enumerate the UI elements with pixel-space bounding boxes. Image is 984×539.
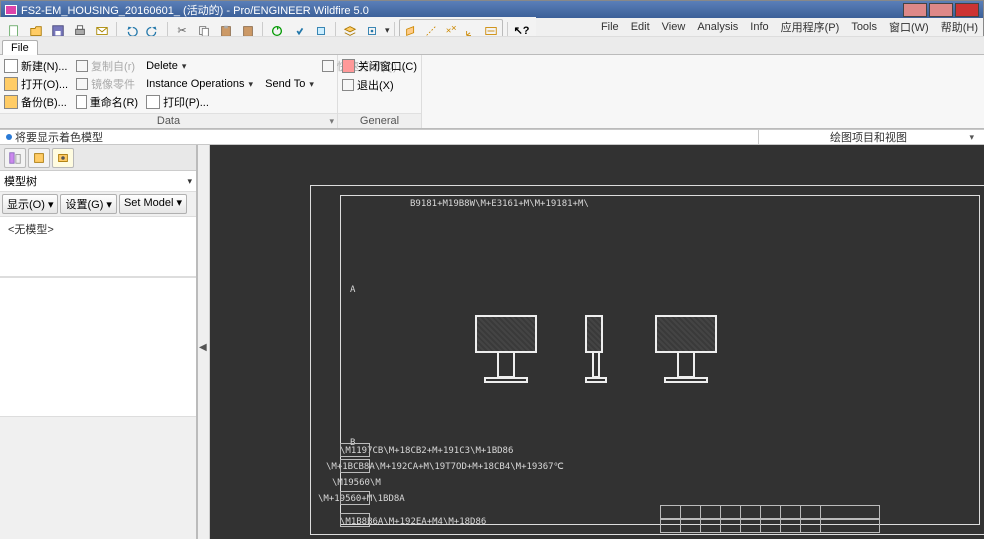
window-title: FS2-EM_HOUSING_20160601_ (活动的) - Pro/ENG… [21, 2, 369, 18]
ribbon-delete[interactable]: Delete▾ [146, 57, 314, 75]
menu-info[interactable]: Info [750, 21, 768, 33]
close-button[interactable] [955, 3, 979, 17]
frame-top-text: B9181+M19B8W\M+E3161+M\M+19181+M\ [410, 199, 589, 209]
ribbon-group-general-label: General [338, 113, 421, 128]
menu-window[interactable]: 窗口(W) [889, 19, 929, 35]
panel-settings-button[interactable]: 设置(G) ▾ [60, 194, 116, 214]
canvas-left-margin[interactable]: ◀ [198, 145, 210, 539]
table-row-2: \M19560\M [332, 478, 381, 488]
ribbon-rename[interactable]: 重命名(R) [76, 93, 138, 111]
titleblock-grid [660, 505, 880, 519]
menu-apps[interactable]: 应用程序(P) [781, 19, 840, 35]
panel-show-button[interactable]: 显示(O) ▾ [2, 194, 58, 214]
checkbox-icon [76, 78, 88, 90]
table-cell [340, 443, 370, 457]
ribbon-new[interactable]: 新建(N)... [4, 57, 68, 75]
dropdown-arrow-icon[interactable]: ▾ [385, 25, 390, 36]
ribbon-copyfrom[interactable]: 复制自(r) [76, 57, 138, 75]
open-icon [4, 77, 18, 91]
menu-help[interactable]: 帮助(H) [941, 19, 978, 35]
left-tab-3[interactable] [52, 148, 74, 168]
drawing-canvas[interactable]: B9181+M19B8W\M+E3161+M\M+19181+M\ A B \M… [210, 145, 984, 539]
status-indicator-icon [6, 134, 12, 140]
ribbon-group-data-label: Data▾ [0, 113, 337, 128]
new-icon [4, 59, 18, 73]
svg-text:×: × [451, 24, 457, 34]
table-cell [340, 513, 370, 527]
menu-analysis[interactable]: Analysis [697, 21, 738, 33]
ribbon-mirror[interactable]: 镜像零件 [76, 75, 138, 93]
checkbox-icon [76, 60, 88, 72]
panel-header-label: 模型树 [4, 173, 37, 189]
ribbon-open[interactable]: 打开(O)... [4, 75, 68, 93]
status-right-dropdown[interactable]: 绘图项目和视图 [758, 130, 978, 144]
menu-file[interactable]: File [601, 21, 619, 33]
checkbox-icon [322, 60, 334, 72]
app-icon [5, 5, 17, 15]
ribbon-instance-ops[interactable]: Instance Operations▾ Send To▾ [146, 75, 314, 93]
close-window-icon [342, 59, 355, 73]
collapse-arrow-icon[interactable]: ◀ [199, 342, 207, 353]
maximize-button[interactable] [929, 3, 953, 17]
minimize-button[interactable] [903, 3, 927, 17]
backup-icon [4, 95, 18, 109]
menu-tools[interactable]: Tools [851, 21, 877, 33]
model-tree-area[interactable]: <无模型> [0, 217, 196, 277]
left-tab-2[interactable] [28, 148, 50, 168]
panel-mid-blank [0, 277, 196, 417]
view-rear[interactable] [655, 315, 717, 383]
ribbon-exit[interactable]: 退出(X) [342, 76, 417, 94]
status-text: 将要显示着色模型 [15, 129, 103, 145]
view-side[interactable] [585, 315, 607, 383]
checkbox-icon [342, 79, 354, 91]
ribbon-tab-file[interactable]: File [2, 40, 38, 55]
ribbon-backup[interactable]: 备份(B)... [4, 93, 68, 111]
rename-icon [76, 95, 87, 109]
ribbon-print[interactable]: 打印(P)... [146, 93, 314, 111]
panel-lower-blank [0, 417, 196, 539]
menu-edit[interactable]: Edit [631, 21, 650, 33]
left-tab-1[interactable] [4, 148, 26, 168]
table-cell [340, 459, 370, 473]
table-cell [340, 491, 370, 505]
frame-marker-a: A [350, 285, 355, 295]
panel-setmodel-button[interactable]: Set Model ▾ [119, 194, 187, 214]
titleblock-grid-2 [660, 519, 880, 533]
menu-view[interactable]: View [662, 21, 686, 33]
ribbon-close-window[interactable]: 关闭窗口(C) [342, 57, 417, 75]
print-icon-small [146, 95, 160, 109]
panel-header-arrow-icon[interactable]: ▾ [187, 176, 192, 187]
view-front[interactable] [475, 315, 537, 383]
